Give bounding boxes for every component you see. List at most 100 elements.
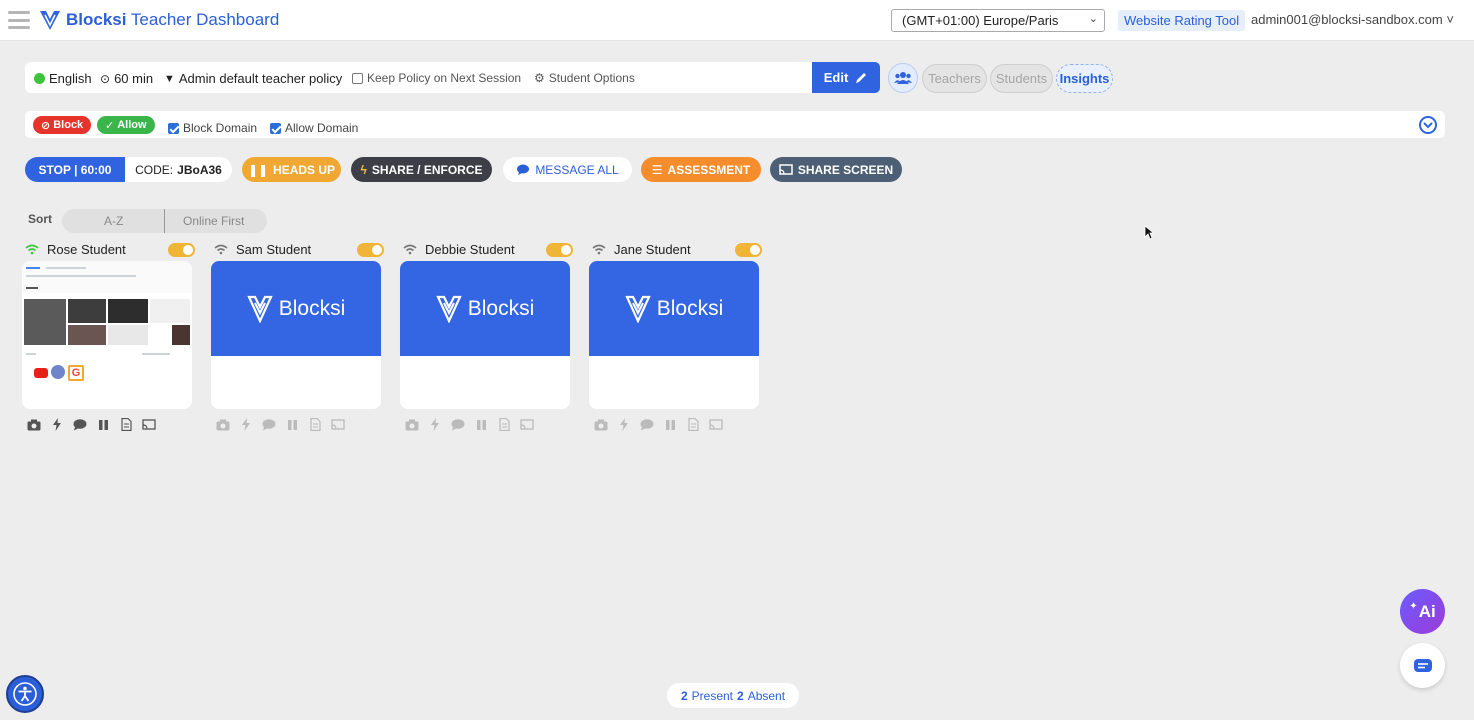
- app-icons: G: [34, 365, 84, 381]
- timezone-select[interactable]: (GMT+01:00) Europe/Paris ⌄: [891, 9, 1105, 32]
- language-indicator: English: [34, 71, 92, 86]
- block-domain-checkbox[interactable]: Block Domain: [168, 121, 257, 135]
- message-all-button[interactable]: MESSAGE ALL: [503, 157, 632, 182]
- chat-icon[interactable]: [73, 418, 87, 431]
- divider: [164, 209, 165, 233]
- student-tools: [216, 418, 345, 431]
- sort-option-az[interactable]: A-Z: [104, 214, 123, 228]
- user-menu[interactable]: admin001@blocksi-sandbox.com ˅: [1251, 12, 1454, 27]
- session-code: CODE: JBoA36: [125, 157, 232, 182]
- chat-icon: [262, 418, 276, 431]
- accessibility-icon[interactable]: [6, 675, 44, 713]
- allow-badge[interactable]: ✓ Allow: [97, 116, 155, 134]
- sort-label: Sort: [28, 212, 52, 226]
- edit-button[interactable]: Edit: [812, 62, 880, 93]
- domain-bar: ⊘ Block ✓ Allow Block Domain Allow Domain: [25, 111, 1445, 138]
- pause-icon[interactable]: [96, 418, 110, 431]
- check-icon: ✓: [105, 119, 115, 132]
- allow-domain-checkbox[interactable]: Allow Domain: [270, 121, 358, 135]
- chat-support-button[interactable]: [1400, 643, 1445, 688]
- brand-name: Blocksi: [467, 296, 535, 320]
- camera-icon[interactable]: [27, 418, 41, 431]
- gear-icon: ⚙: [534, 71, 545, 85]
- users-group-icon[interactable]: [888, 63, 918, 93]
- block-badge[interactable]: ⊘ Block: [33, 116, 92, 134]
- browser-app-icon: [51, 365, 65, 379]
- student-card: Sam Student Blocksi: [211, 241, 384, 433]
- chevron-down-icon: ˅: [1446, 12, 1454, 27]
- wifi-online-icon: [25, 244, 39, 255]
- student-screen-thumbnail[interactable]: G: [22, 261, 192, 409]
- student-card: Rose Student G: [22, 241, 195, 433]
- student-toggle[interactable]: [735, 243, 762, 257]
- clock-icon: ⊙: [100, 71, 111, 86]
- ai-assistant-button[interactable]: ✦ Ai: [1400, 589, 1445, 634]
- app-title: Blocksi Teacher Dashboard: [66, 10, 280, 29]
- student-screen-thumbnail[interactable]: Blocksi: [589, 261, 759, 409]
- chat-icon: [451, 418, 465, 431]
- pause-icon: [285, 418, 299, 431]
- mouse-cursor-icon: [1144, 225, 1154, 240]
- chat-bubble-icon: [517, 164, 530, 175]
- stop-session-button[interactable]: STOP | 60:00: [25, 157, 125, 182]
- policy-bar: English ⊙ 60 min ▼ Admin default teacher…: [25, 62, 880, 93]
- policy-name[interactable]: ▼ Admin default teacher policy: [164, 71, 342, 86]
- tab-teachers[interactable]: Teachers: [922, 64, 987, 93]
- checkbox-checked[interactable]: [168, 122, 179, 134]
- checkbox-checked[interactable]: [270, 122, 281, 134]
- document-icon: [497, 418, 511, 431]
- wifi-offline-icon: [214, 244, 228, 255]
- document-icon[interactable]: [119, 418, 133, 431]
- cast-icon: [520, 418, 534, 431]
- blocksi-logo-icon: [40, 11, 60, 30]
- sort-option-online-first[interactable]: Online First: [183, 214, 244, 228]
- online-dot-icon: [34, 73, 45, 84]
- google-icon: G: [68, 365, 84, 381]
- filter-icon: ▼: [164, 72, 175, 85]
- bolt-icon: ϟ: [360, 162, 367, 177]
- pause-icon: [663, 418, 677, 431]
- student-toggle[interactable]: [357, 243, 384, 257]
- share-screen-button[interactable]: SHARE SCREEN: [770, 157, 902, 182]
- document-icon: [686, 418, 700, 431]
- tab-students[interactable]: Students: [990, 64, 1053, 93]
- website-rating-tool-button[interactable]: Website Rating Tool: [1118, 10, 1246, 31]
- heads-up-button[interactable]: ❚❚ HEADS UP: [242, 157, 341, 182]
- student-tools: [27, 418, 156, 431]
- student-toggle[interactable]: [546, 243, 573, 257]
- pencil-icon: [856, 72, 867, 83]
- camera-icon: [405, 418, 419, 431]
- menu-icon[interactable]: [8, 11, 30, 29]
- share-enforce-button[interactable]: ϟ SHARE / ENFORCE: [351, 157, 492, 182]
- blocksi-logo-icon: [247, 295, 273, 323]
- pause-icon: [474, 418, 488, 431]
- bolt-icon: [428, 418, 442, 431]
- student-name: Debbie Student: [425, 242, 515, 257]
- bolt-icon[interactable]: [50, 418, 64, 431]
- blocksi-placeholder: Blocksi: [211, 261, 381, 356]
- blocksi-placeholder: Blocksi: [589, 261, 759, 356]
- cast-icon[interactable]: [142, 418, 156, 431]
- checkbox[interactable]: [352, 72, 363, 84]
- blocksi-logo-icon: [625, 295, 651, 323]
- youtube-icon: [34, 368, 48, 378]
- student-tools: [405, 418, 534, 431]
- wifi-offline-icon: [592, 244, 606, 255]
- student-card: Jane Student Blocksi: [589, 241, 762, 433]
- chevron-down-icon[interactable]: [1419, 116, 1437, 134]
- tab-insights[interactable]: Insights: [1056, 64, 1113, 93]
- session-duration: ⊙ 60 min: [100, 71, 154, 86]
- student-screen-thumbnail[interactable]: Blocksi: [211, 261, 381, 409]
- student-screen-thumbnail[interactable]: Blocksi: [400, 261, 570, 409]
- wifi-offline-icon: [403, 244, 417, 255]
- sort-toggle: A-Z Online First: [62, 209, 267, 233]
- bolt-icon: [617, 418, 631, 431]
- keep-policy-checkbox[interactable]: Keep Policy on Next Session: [352, 71, 521, 85]
- student-toggle[interactable]: [168, 243, 195, 257]
- attendance-summary: 2 Present 2 Absent: [667, 683, 799, 708]
- pause-icon: ❚❚: [247, 162, 269, 177]
- student-options[interactable]: ⚙ Student Options: [534, 71, 635, 85]
- assessment-button[interactable]: ☰ ASSESSMENT: [641, 157, 761, 182]
- cast-icon: [709, 418, 723, 431]
- brand-name: Blocksi: [656, 296, 724, 320]
